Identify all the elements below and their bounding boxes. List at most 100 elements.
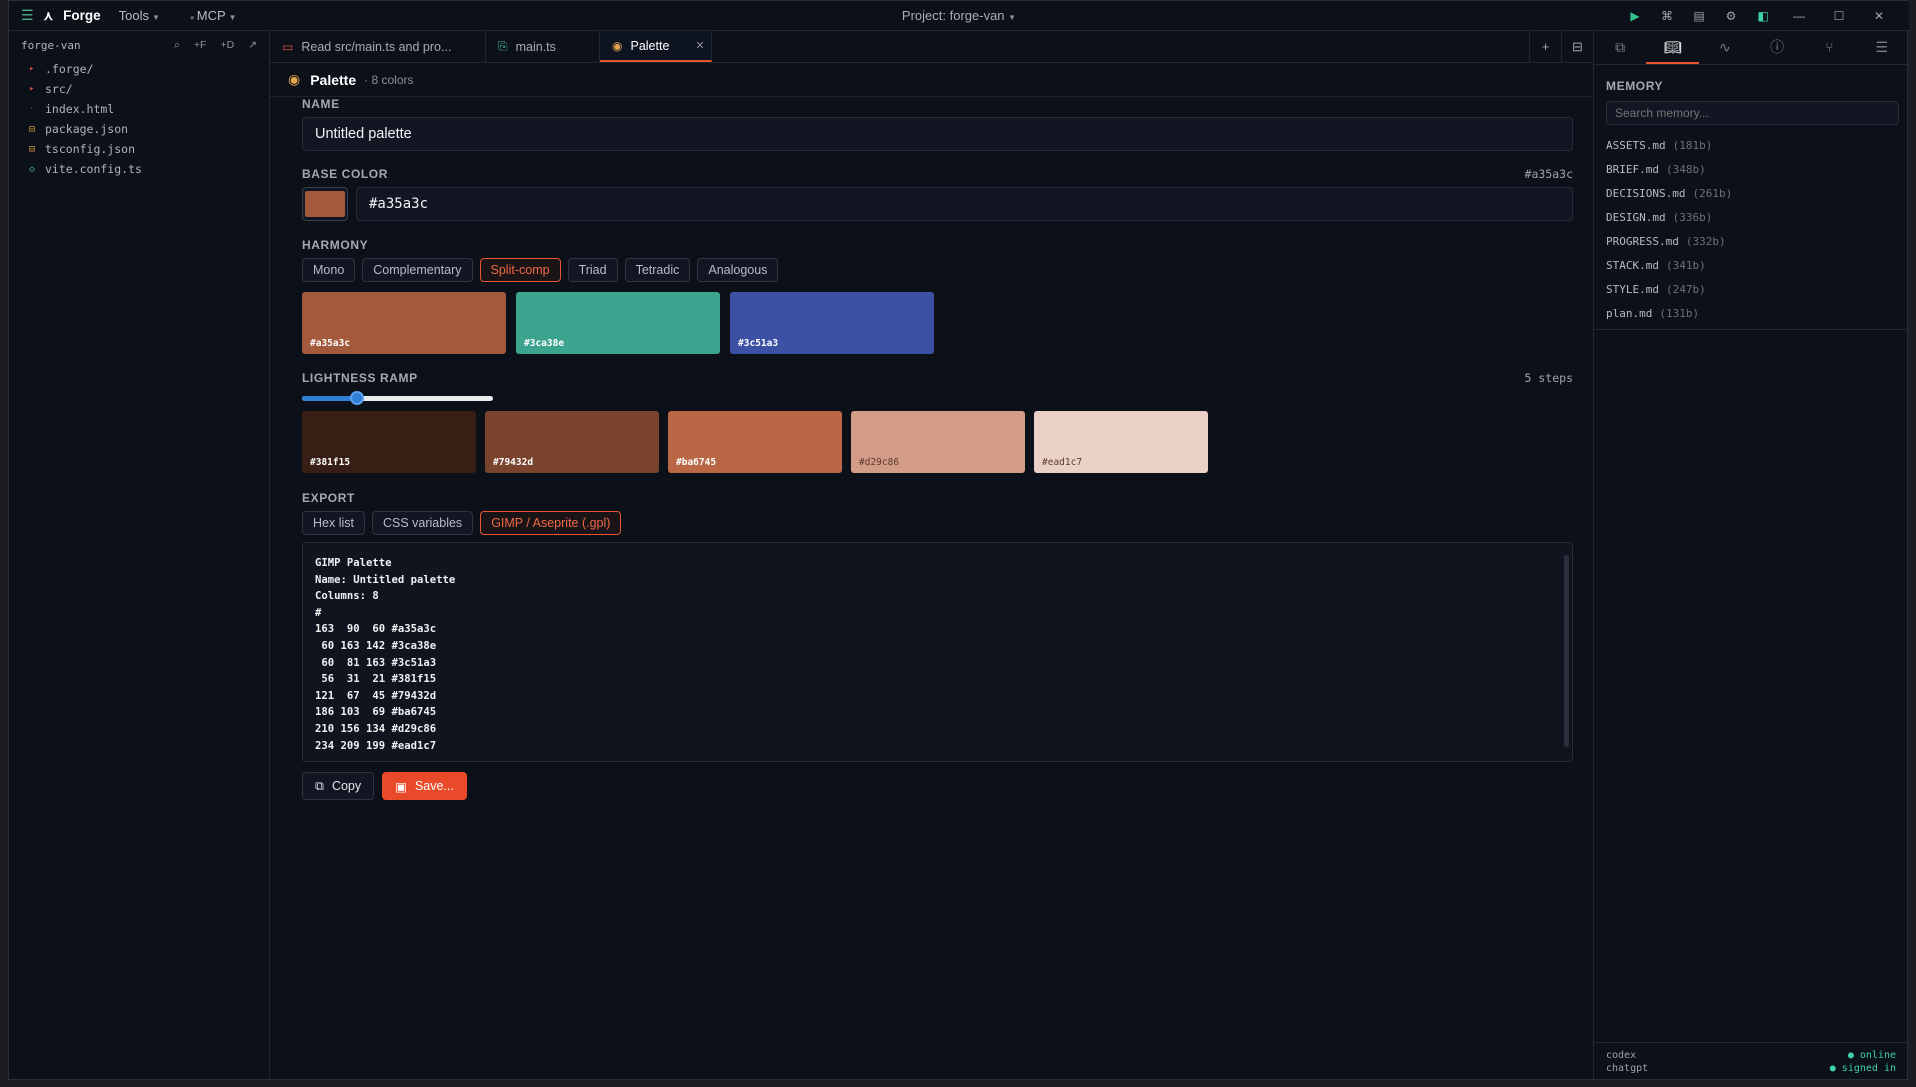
- tab-palette[interactable]: ◉ Palette ✕: [600, 31, 712, 62]
- export-output[interactable]: GIMP Palette Name: Untitled palette Colu…: [302, 542, 1573, 762]
- color-swatch[interactable]: #d29c86: [851, 411, 1025, 473]
- title-bar: Project: forge-van ▼ ☰ ⋏ Forge Tools ▼ ● M…: [9, 1, 1909, 31]
- tree-item[interactable]: · index.html: [9, 99, 269, 119]
- app-brand: Forge: [63, 8, 101, 23]
- memory-item[interactable]: STACK.md (341b): [1594, 253, 1908, 277]
- color-swatch[interactable]: #381f15: [302, 411, 476, 473]
- memory-item[interactable]: STYLE.md (247b): [1594, 277, 1908, 301]
- base-color-picker[interactable]: [302, 187, 348, 221]
- memory-item-size: (131b): [1659, 306, 1700, 320]
- minimize-icon[interactable]: —: [1779, 9, 1819, 23]
- export-chip-hex-list[interactable]: Hex list: [302, 511, 365, 535]
- memory-item-size: (261b): [1692, 186, 1733, 200]
- swatch-hex-label: #79432d: [493, 457, 534, 468]
- maximize-icon[interactable]: ☐: [1819, 9, 1859, 23]
- chevron-down-icon: ▼: [1008, 13, 1017, 22]
- color-swatch[interactable]: #79432d: [485, 411, 659, 473]
- slider-thumb[interactable]: [349, 391, 364, 405]
- memory-item-name: BRIEF.md: [1606, 162, 1659, 176]
- memory-item-size: (341b): [1665, 258, 1706, 272]
- split-view-icon[interactable]: ⊟: [1561, 30, 1593, 63]
- export-chip-gimp-aseprite-gpl[interactable]: GIMP / Aseprite (.gpl): [480, 511, 622, 535]
- harmony-chip-tetradic[interactable]: Tetradic: [624, 258, 691, 282]
- color-swatch[interactable]: #ba6745: [668, 411, 842, 473]
- chats-icon[interactable]: ⧉: [1594, 31, 1646, 64]
- tab-label: Read src/main.ts and pro...: [301, 39, 452, 54]
- activity-icon[interactable]: ∿: [1699, 31, 1751, 64]
- toggle-panel-icon[interactable]: ◧: [1747, 9, 1779, 23]
- harmony-chip-analogous[interactable]: Analogous: [697, 258, 779, 282]
- ramp-swatches: #381f15 #79432d #ba6745 #d29c86 #ead1c7: [302, 411, 1573, 473]
- copy-icon: ⧉: [315, 778, 324, 793]
- git-branch-icon[interactable]: ⑂: [1803, 31, 1855, 64]
- status-state: ● signed in: [1829, 1063, 1896, 1074]
- export-label: EXPORT: [302, 491, 355, 505]
- memory-item-name: PROGRESS.md: [1606, 234, 1679, 248]
- copy-label: Copy: [331, 779, 362, 793]
- tree-item[interactable]: ⊟ tsconfig.json: [9, 139, 269, 159]
- close-window-icon[interactable]: ✕: [1859, 9, 1899, 23]
- save-button[interactable]: ▣ Save...: [382, 772, 467, 800]
- color-swatch[interactable]: #3ca38e: [516, 292, 720, 354]
- info-icon[interactable]: ⓘ: [1751, 31, 1803, 64]
- export-chip-css-variables[interactable]: CSS variables: [371, 511, 474, 535]
- memory-item-name: DESIGN.md: [1606, 210, 1666, 224]
- checklist-icon[interactable]: ☰: [1856, 31, 1908, 64]
- project-switcher[interactable]: Project: forge-van ▼: [902, 8, 1016, 23]
- hamburger-menu-icon[interactable]: ☰: [21, 7, 34, 24]
- tree-item[interactable]: ▸ src/: [9, 79, 269, 99]
- memory-item[interactable]: BRIEF.md (348b): [1594, 157, 1908, 181]
- ts-file-icon: ◇: [29, 163, 36, 175]
- chevron-down-icon: ▼: [151, 13, 160, 22]
- run-play-icon[interactable]: ▶: [1619, 9, 1651, 23]
- harmony-label: HARMONY: [302, 238, 369, 252]
- collapse-icon[interactable]: ↗: [248, 39, 257, 51]
- memory-item[interactable]: DESIGN.md (336b): [1594, 205, 1908, 229]
- harmony-chip-complementary[interactable]: Complementary: [362, 258, 473, 282]
- base-color-input[interactable]: [356, 187, 1573, 221]
- memory-item[interactable]: plan.md (131b): [1594, 301, 1908, 325]
- chevron-down-icon: ▼: [228, 13, 237, 22]
- search-icon[interactable]: ⌕: [174, 39, 180, 52]
- harmony-chip-triad[interactable]: Triad: [567, 258, 618, 282]
- new-tab-plus-icon[interactable]: +: [1529, 30, 1561, 63]
- new-file-button[interactable]: +F: [194, 39, 207, 51]
- tree-item[interactable]: ⊟ package.json: [9, 119, 269, 139]
- new-folder-button[interactable]: +D: [220, 39, 234, 51]
- palette-name-input[interactable]: [302, 117, 1573, 151]
- tree-item[interactable]: ▸ .forge/: [9, 59, 269, 79]
- harmony-chip-split-comp[interactable]: Split-comp: [479, 258, 561, 282]
- memory-item-size: (332b): [1685, 234, 1726, 248]
- menu-tools[interactable]: Tools ▼: [119, 8, 160, 23]
- status-area: codex ● online chatgpt ● signed in: [1594, 1042, 1908, 1080]
- memory-book-icon[interactable]: 📖︎: [1646, 31, 1699, 64]
- scrollbar[interactable]: [1564, 555, 1569, 747]
- tab-main-ts[interactable]: ⎘ main.ts: [486, 31, 600, 62]
- panel-title: Palette: [310, 71, 357, 88]
- tree-item[interactable]: ◇ vite.config.ts: [9, 159, 269, 179]
- memory-item[interactable]: DECISIONS.md (261b): [1594, 181, 1908, 205]
- ramp-steps-slider[interactable]: [302, 391, 493, 405]
- harmony-chip-mono[interactable]: Mono: [302, 258, 356, 282]
- menu-mcp[interactable]: ● MCP ▼: [178, 8, 237, 23]
- color-swatch[interactable]: #3c51a3: [730, 292, 934, 354]
- palette-header: ◉ Palette · 8 colors: [270, 63, 1593, 97]
- tab-chat[interactable]: ▭ Read src/main.ts and pro...: [270, 31, 486, 62]
- status-row: chatgpt ● signed in: [1606, 1062, 1896, 1075]
- explorer-project-name: forge-van: [21, 38, 81, 52]
- memory-item[interactable]: ASSETS.md (181b): [1594, 133, 1908, 157]
- list-icon[interactable]: ▤: [1683, 9, 1715, 23]
- color-count: · 8 colors: [364, 72, 414, 87]
- memory-search-input[interactable]: [1606, 101, 1899, 125]
- memory-item[interactable]: PROGRESS.md (332b): [1594, 229, 1908, 253]
- right-sidebar: ⧉ 📖︎ ∿ ⓘ ⑂ ☰ MEMORY ASSETS.md (181b) BRIEF…: [1593, 31, 1908, 1080]
- folder-icon: ▸: [29, 84, 35, 94]
- command-icon[interactable]: ⌘: [1651, 9, 1683, 23]
- color-swatch[interactable]: #a35a3c: [302, 292, 506, 354]
- memory-item-size: (181b): [1672, 138, 1713, 152]
- color-swatch[interactable]: #ead1c7: [1034, 411, 1208, 473]
- copy-button[interactable]: ⧉ Copy: [302, 772, 375, 800]
- tab-bar: ▭ Read src/main.ts and pro... ⎘ main.ts …: [270, 30, 1593, 63]
- settings-gear-icon[interactable]: ⚙: [1715, 9, 1747, 23]
- close-tab-icon[interactable]: ✕: [695, 39, 704, 52]
